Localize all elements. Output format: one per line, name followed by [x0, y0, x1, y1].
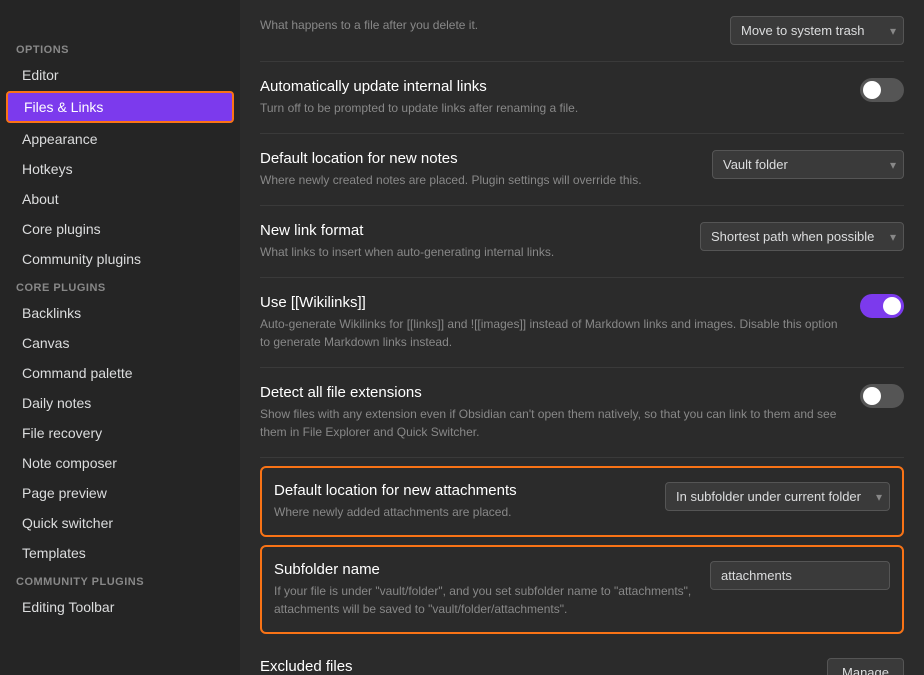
- setting-new-link-format: New link format What links to insert when…: [260, 206, 904, 278]
- setting-name-default-attachment-location: Default location for new attachments: [274, 482, 649, 499]
- dropdown-wrapper-default-location: Vault folderRoot folderSame folder as cu…: [712, 150, 904, 179]
- setting-desc-detect-extensions: Show files with any extension even if Ob…: [260, 405, 844, 441]
- setting-default-attachment-location: Default location for new attachments Wher…: [260, 466, 904, 537]
- setting-subfolder-name: Subfolder name If your file is under "vau…: [260, 545, 904, 634]
- app-container: OptionsEditorFiles & LinksAppearanceHotk…: [0, 0, 924, 675]
- sidebar-item-hotkeys[interactable]: Hotkeys: [6, 155, 234, 183]
- setting-control-detect-extensions: [860, 384, 904, 408]
- setting-auto-update-links: Automatically update internal links Turn …: [260, 62, 904, 134]
- sidebar-item-editor[interactable]: Editor: [6, 61, 234, 89]
- sidebar-item-editing-toolbar[interactable]: Editing Toolbar: [6, 593, 234, 621]
- dropdown-delete-behavior[interactable]: Move to system trashMove to Obsidian tra…: [730, 16, 904, 45]
- setting-name-auto-update-links: Automatically update internal links: [260, 78, 844, 95]
- setting-control-default-location: Vault folderRoot folderSame folder as cu…: [712, 150, 904, 179]
- setting-control-excluded-files: Manage: [827, 658, 904, 675]
- setting-name-excluded-files: Excluded files: [260, 658, 811, 675]
- toggle-detect-extensions[interactable]: [860, 384, 904, 408]
- sidebar-item-command-palette[interactable]: Command palette: [6, 359, 234, 387]
- setting-name-default-location: Default location for new notes: [260, 150, 696, 167]
- app-title: [0, 8, 240, 36]
- setting-delete-behavior: What happens to a file after you delete …: [260, 0, 904, 62]
- setting-text-new-link-format: New link format What links to insert when…: [260, 222, 684, 261]
- sidebar-item-file-recovery[interactable]: File recovery: [6, 419, 234, 447]
- sidebar-item-daily-notes[interactable]: Daily notes: [6, 389, 234, 417]
- sidebar-item-files-links[interactable]: Files & Links: [6, 91, 234, 123]
- setting-text-detect-extensions: Detect all file extensions Show files wit…: [260, 384, 844, 441]
- setting-control-new-link-format: Shortest path when possibleRelative path…: [700, 222, 904, 251]
- setting-text-excluded-files: Excluded filesExcluded files will be hid…: [260, 658, 811, 675]
- setting-name-wikilinks: Use [[Wikilinks]]: [260, 294, 844, 311]
- setting-control-wikilinks: [860, 294, 904, 318]
- setting-default-location: Default location for new notes Where newl…: [260, 134, 904, 206]
- button-excluded-files[interactable]: Manage: [827, 658, 904, 675]
- sidebar-section-label-0: Options: [0, 36, 240, 60]
- toggle-wikilinks[interactable]: [860, 294, 904, 318]
- sidebar-section-label-2: Core plugins: [0, 274, 240, 298]
- setting-text-default-location: Default location for new notes Where newl…: [260, 150, 696, 189]
- setting-control-auto-update-links: [860, 78, 904, 102]
- setting-control-subfolder-name: [710, 561, 890, 590]
- sidebar-item-page-preview[interactable]: Page preview: [6, 479, 234, 507]
- setting-text-default-attachment-location: Default location for new attachments Wher…: [274, 482, 649, 521]
- setting-control-delete-behavior: Move to system trashMove to Obsidian tra…: [730, 16, 904, 45]
- text-input-subfolder-name[interactable]: [710, 561, 890, 590]
- sidebar-item-quick-switcher[interactable]: Quick switcher: [6, 509, 234, 537]
- sidebar-item-appearance[interactable]: Appearance: [6, 125, 234, 153]
- sidebar-item-core-plugins[interactable]: Core plugins: [6, 215, 234, 243]
- setting-name-new-link-format: New link format: [260, 222, 684, 239]
- setting-wikilinks: Use [[Wikilinks]] Auto-generate Wikilinks…: [260, 278, 904, 368]
- setting-desc-delete-behavior: What happens to a file after you delete …: [260, 16, 714, 34]
- sidebar: OptionsEditorFiles & LinksAppearanceHotk…: [0, 0, 240, 675]
- sidebar-item-note-composer[interactable]: Note composer: [6, 449, 234, 477]
- setting-text-delete-behavior: What happens to a file after you delete …: [260, 16, 714, 34]
- settings-list: What happens to a file after you delete …: [240, 0, 924, 675]
- setting-control-default-attachment-location: In subfolder under current folderVault f…: [665, 482, 890, 511]
- setting-desc-default-location: Where newly created notes are placed. Pl…: [260, 171, 696, 189]
- setting-desc-auto-update-links: Turn off to be prompted to update links …: [260, 99, 844, 117]
- dropdown-wrapper-default-attachment-location: In subfolder under current folderVault f…: [665, 482, 890, 511]
- setting-desc-subfolder-name: If your file is under "vault/folder", an…: [274, 582, 694, 618]
- sidebar-item-community-plugins[interactable]: Community plugins: [6, 245, 234, 273]
- sidebar-item-about[interactable]: About: [6, 185, 234, 213]
- sidebar-item-canvas[interactable]: Canvas: [6, 329, 234, 357]
- setting-desc-default-attachment-location: Where newly added attachments are placed…: [274, 503, 649, 521]
- setting-desc-new-link-format: What links to insert when auto-generatin…: [260, 243, 684, 261]
- setting-text-wikilinks: Use [[Wikilinks]] Auto-generate Wikilinks…: [260, 294, 844, 351]
- setting-name-subfolder-name: Subfolder name: [274, 561, 694, 578]
- setting-text-auto-update-links: Automatically update internal links Turn …: [260, 78, 844, 117]
- dropdown-default-location[interactable]: Vault folderRoot folderSame folder as cu…: [712, 150, 904, 179]
- dropdown-wrapper-new-link-format: Shortest path when possibleRelative path…: [700, 222, 904, 251]
- sidebar-item-backlinks[interactable]: Backlinks: [6, 299, 234, 327]
- main-content: What happens to a file after you delete …: [240, 0, 924, 675]
- setting-detect-extensions: Detect all file extensions Show files wit…: [260, 368, 904, 458]
- sidebar-section-label-3: Community plugins: [0, 568, 240, 592]
- setting-text-subfolder-name: Subfolder name If your file is under "vau…: [274, 561, 694, 618]
- setting-name-detect-extensions: Detect all file extensions: [260, 384, 844, 401]
- sidebar-item-templates[interactable]: Templates: [6, 539, 234, 567]
- dropdown-wrapper-delete-behavior: Move to system trashMove to Obsidian tra…: [730, 16, 904, 45]
- setting-excluded-files: Excluded filesExcluded files will be hid…: [260, 642, 904, 675]
- close-button[interactable]: [884, 8, 912, 36]
- dropdown-default-attachment-location[interactable]: In subfolder under current folderVault f…: [665, 482, 890, 511]
- dropdown-new-link-format[interactable]: Shortest path when possibleRelative path…: [700, 222, 904, 251]
- toggle-auto-update-links[interactable]: [860, 78, 904, 102]
- setting-desc-wikilinks: Auto-generate Wikilinks for [[links]] an…: [260, 315, 844, 351]
